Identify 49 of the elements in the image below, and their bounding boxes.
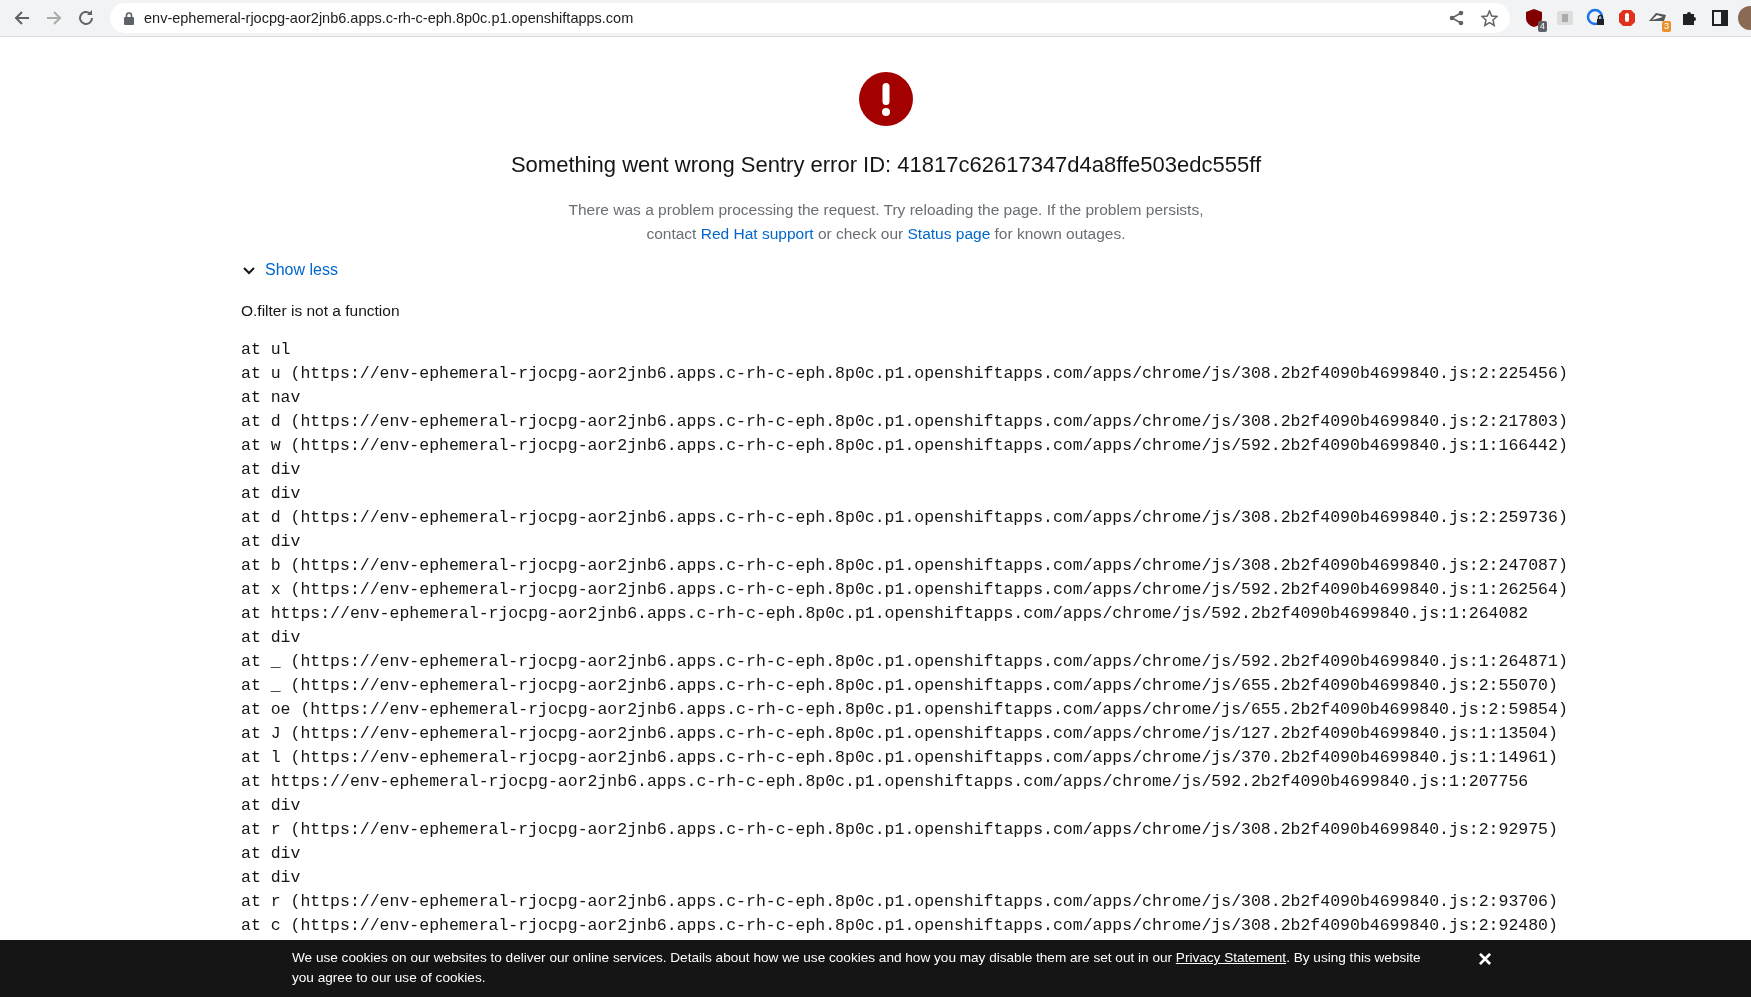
stack-trace-line: at div bbox=[241, 795, 301, 817]
star-icon[interactable] bbox=[1481, 9, 1498, 27]
stack-trace-line: at b (https://env-ephemeral-rjocpg-aor2jnb6.apps.c-rh-c-eph.8p0c.p1.openshiftapps.com/apps/chrome/js/308.2b2f4090b4699840.js:2:247087) bbox=[241, 555, 1568, 577]
stack-trace-line: at oe (https://env-ephemeral-rjocpg-aor2jnb6.apps.c-rh-c-eph.8p0c.p1.openshiftapps.com/apps/chrome/js/655.2b2f4090b4699840.js:2:59854) bbox=[241, 699, 1568, 721]
chevron-icon bbox=[243, 264, 255, 276]
error-title: Something went wrong Sentry error ID: 41817c62617347d4a8ffe503edc555ff bbox=[510, 152, 1262, 178]
error-message: O.filter is not a function bbox=[241, 302, 401, 320]
stack-trace-line: at l (https://env-ephemeral-rjocpg-aor2jnb6.apps.c-rh-c-eph.8p0c.p1.openshiftapps.com/apps/chrome/js/370.2b2f4090b4699840.js:1:14961) bbox=[241, 747, 1558, 769]
shield-icon[interactable] bbox=[1524, 8, 1543, 28]
avatar-icon[interactable] bbox=[1737, 5, 1751, 31]
stack-trace-line: at r (https://env-ephemeral-rjocpg-aor2jnb6.apps.c-rh-c-eph.8p0c.p1.openshiftapps.com/apps/chrome/js/308.2b2f4090b4699840.js:2:93706) bbox=[241, 891, 1558, 913]
stack-trace-line: at div bbox=[241, 459, 301, 481]
close-button[interactable]: × bbox=[1474, 947, 1496, 971]
stack-trace-line: at d (https://env-ephemeral-rjocpg-aor2jnb6.apps.c-rh-c-eph.8p0c.p1.openshiftapps.com/apps/chrome/js/308.2b2f4090b4699840.js:2:259736) bbox=[241, 507, 1568, 529]
stack-trace-line: at div bbox=[241, 531, 301, 553]
address-bar[interactable]: env-ephemeral-rjocpg-aor2jnb6.apps.c-rh-c-eph.8p0c.p1.openshiftapps.com bbox=[110, 3, 1510, 33]
stack-trace-line: at x (https://env-ephemeral-rjocpg-aor2jnb6.apps.c-rh-c-eph.8p0c.p1.openshiftapps.com/apps/chrome/js/592.2b2f4090b4699840.js:1:262564) bbox=[241, 579, 1568, 601]
stack-trace-line: at div bbox=[241, 483, 301, 505]
cookie-notice: We use cookies on our websites to deliver our online services. Details about how we use cookies and how you may disable them are set out in our Privacy Statement. By using this website you agree to our use of cookies. bbox=[292, 949, 1422, 987]
stack-trace-line: at J (https://env-ephemeral-rjocpg-aor2jnb6.apps.c-rh-c-eph.8p0c.p1.openshiftapps.com/apps/chrome/js/127.2b2f4090b4699840.js:1:13504) bbox=[241, 723, 1558, 745]
stack-trace-line: at r (https://env-ephemeral-rjocpg-aor2jnb6.apps.c-rh-c-eph.8p0c.p1.openshiftapps.com/apps/chrome/js/308.2b2f4090b4699840.js:2:92975) bbox=[241, 819, 1558, 841]
sidebar-icon[interactable] bbox=[1710, 9, 1729, 27]
back-icon[interactable] bbox=[13, 9, 31, 27]
stack-trace-line: at d (https://env-ephemeral-rjocpg-aor2jnb6.apps.c-rh-c-eph.8p0c.p1.openshiftapps.com/apps/chrome/js/308.2b2f4090b4699840.js:2:217803) bbox=[241, 411, 1568, 433]
stack-trace-line: at nav bbox=[241, 387, 301, 409]
reload-icon[interactable] bbox=[77, 9, 95, 27]
extension-badge: 3 bbox=[1662, 21, 1671, 32]
stack-trace-line: at u (https://env-ephemeral-rjocpg-aor2jnb6.apps.c-rh-c-eph.8p0c.p1.openshiftapps.com/apps/chrome/js/308.2b2f4090b4699840.js:2:225456) bbox=[241, 363, 1568, 385]
stack-trace-line: at _ (https://env-ephemeral-rjocpg-aor2jnb6.apps.c-rh-c-eph.8p0c.p1.openshiftapps.com/apps/chrome/js/655.2b2f4090b4699840.js:2:55070) bbox=[241, 675, 1558, 697]
error-description: There was a problem processing the request. Try reloading the page. If the problem persists, contact Red Hat support or check our Status page for known outages. bbox=[568, 200, 1204, 244]
stack-trace-line: at https://env-ephemeral-rjocpg-aor2jnb6.apps.c-rh-c-eph.8p0c.p1.openshiftapps.com/apps/chrome/js/592.2b2f4090b4699840.js:1:264082 bbox=[241, 603, 1529, 625]
lock-icon bbox=[124, 11, 134, 25]
text-link[interactable]: Red Hat support bbox=[700, 225, 814, 242]
show-less-toggle[interactable]: Show less bbox=[243, 255, 338, 285]
stack-trace-line: at w (https://env-ephemeral-rjocpg-aor2jnb6.apps.c-rh-c-eph.8p0c.p1.openshiftapps.com/apps/chrome/js/592.2b2f4090b4699840.js:1:166442) bbox=[241, 435, 1568, 457]
stack-trace-line: at c (https://env-ephemeral-rjocpg-aor2jnb6.apps.c-rh-c-eph.8p0c.p1.openshiftapps.com/apps/chrome/js/308.2b2f4090b4699840.js:2:92480) bbox=[241, 915, 1558, 937]
stack-trace-line: at ul bbox=[241, 339, 291, 361]
url-text: env-ephemeral-rjocpg-aor2jnb6.apps.c-rh-c-eph.8p0c.p1.openshiftapps.com bbox=[144, 10, 635, 26]
stack-trace-line: at div bbox=[241, 867, 301, 889]
stack-trace-line: at _ (https://env-ephemeral-rjocpg-aor2jnb6.apps.c-rh-c-eph.8p0c.p1.openshiftapps.com/apps/chrome/js/592.2b2f4090b4699840.js:1:264871) bbox=[241, 651, 1568, 673]
stack-trace-line: at div bbox=[241, 843, 301, 865]
extension-badge: 4 bbox=[1538, 21, 1547, 32]
lock-ring-icon[interactable] bbox=[1585, 8, 1606, 28]
share-icon[interactable] bbox=[1449, 9, 1465, 26]
stack-trace-line: at div bbox=[241, 627, 301, 649]
stack-trace-line: at https://env-ephemeral-rjocpg-aor2jnb6.apps.c-rh-c-eph.8p0c.p1.openshiftapps.com/apps/chrome/js/592.2b2f4090b4699840.js:1:207756 bbox=[241, 771, 1529, 793]
error-icon bbox=[859, 72, 913, 126]
text-link[interactable]: Status page bbox=[907, 225, 991, 242]
hand-icon[interactable] bbox=[1617, 9, 1636, 27]
